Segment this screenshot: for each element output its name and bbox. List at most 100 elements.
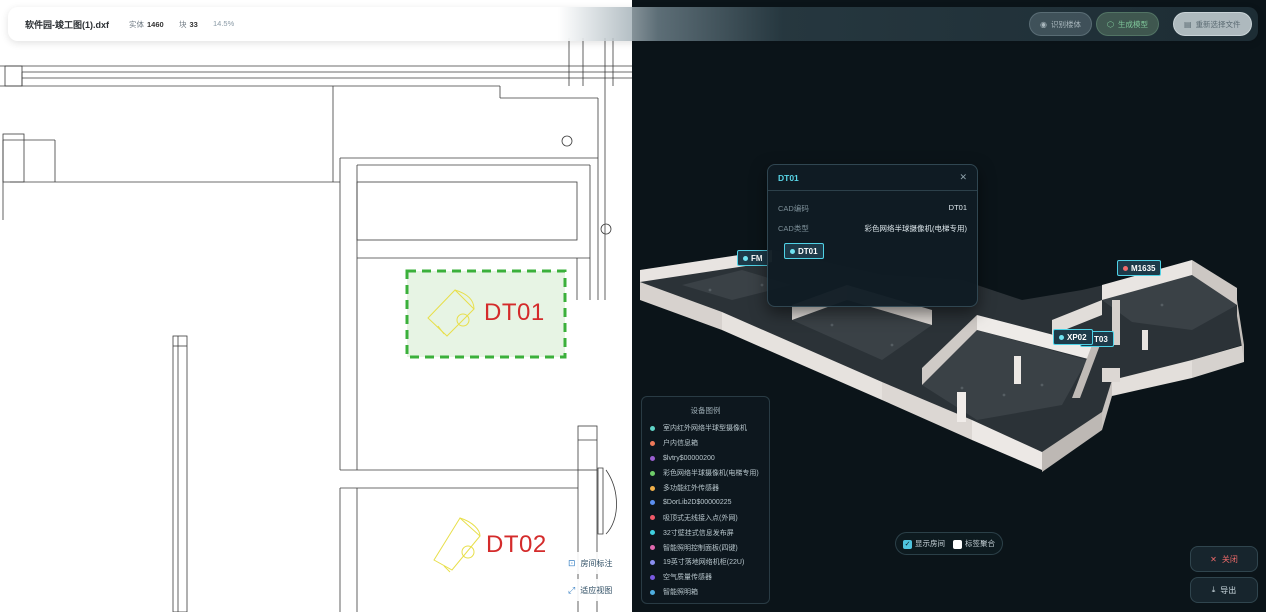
checkbox-checked-icon[interactable]: ✓ <box>903 539 912 549</box>
status-dot-icon <box>1123 265 1128 271</box>
tag-icon: ⊡ <box>568 557 576 568</box>
reselect-file-button[interactable]: ▤ 重新选择文件 <box>1173 12 1252 36</box>
close-button[interactable]: ✕ 关闭 <box>1190 546 1258 572</box>
popup-row-value: 彩色网络半球摄像机(电梯专用) <box>864 224 968 233</box>
room-label-text: 房间标注 <box>580 558 613 568</box>
device-tag-m1635[interactable]: M1635 <box>1117 260 1162 276</box>
status-dot-icon <box>743 255 748 261</box>
popup-row-value: DT01 <box>948 203 967 212</box>
recognize-button-label: 识别楼体 <box>1050 19 1081 29</box>
expand-icon: ⤢ <box>568 584 576 595</box>
device-tag-label: FM <box>751 253 763 263</box>
entity-count: 实体 1460 <box>129 19 164 30</box>
legend-swatch-icon <box>650 425 655 431</box>
legend-swatch-icon <box>650 559 655 565</box>
export-button[interactable]: ⤓ 导出 <box>1190 577 1258 603</box>
legend-item-label: 空气质量传感器 <box>663 574 712 582</box>
label-merge-label: 标签聚合 <box>965 539 995 548</box>
legend-swatch-icon <box>650 545 655 551</box>
legend-swatch-icon <box>650 530 655 536</box>
entity-count-value: 1460 <box>147 20 164 29</box>
legend-item: 智能照明控制面板(四键) <box>650 540 769 555</box>
legend-title: 设备图例 <box>690 406 721 415</box>
room-label-button[interactable]: ⊡ 房间标注 <box>562 552 619 574</box>
label-merge-toggle[interactable]: 标签聚合 <box>953 538 995 549</box>
legend-item: 19英寸落地网络机柜(22U) <box>650 555 769 570</box>
popup-row-code: CAD编码 DT01 <box>778 203 967 214</box>
legend-swatch-icon <box>650 470 655 476</box>
legend-item-label: 室内红外网络半球型摄像机 <box>663 425 747 433</box>
legend-swatch-icon <box>650 574 655 580</box>
device-tag-label: M1635 <box>1131 263 1156 273</box>
legend-swatch-icon <box>650 485 655 491</box>
legend-item-label: 彩色网络半球摄像机(电梯专用) <box>663 470 759 478</box>
eye-icon: ◉ <box>1040 19 1047 29</box>
legend-item: 多功能红外传感器 <box>650 481 769 496</box>
close-icon: ✕ <box>1210 554 1217 564</box>
checkbox-icon[interactable] <box>953 539 962 549</box>
download-icon: ⤓ <box>1211 585 1216 594</box>
show-rooms-label: 显示房间 <box>915 539 945 548</box>
legend-item-label: 智能照明箱 <box>663 589 698 597</box>
generate-model-button[interactable]: ⬡ 生成模型 <box>1096 12 1159 36</box>
device-info-popup: DT01 ✕ CAD编码 DT01 CAD类型 彩色网络半球摄像机(电梯专用) … <box>767 164 978 307</box>
legend-swatch-icon <box>650 440 655 446</box>
generate-model-button-label: 生成模型 <box>1117 19 1148 29</box>
cube-icon: ⬡ <box>1107 19 1114 29</box>
block-count-label: 块 <box>179 20 187 29</box>
legend-item: 32寸壁挂式信息发布屏 <box>650 525 769 540</box>
legend-item: $DorLib2D$00000225 <box>650 495 769 510</box>
block-count: 块 33 <box>179 19 198 30</box>
legend-item-label: 户内信息箱 <box>663 440 698 448</box>
zoom-level: 14.5% <box>213 19 235 28</box>
popup-row-type: CAD类型 彩色网络半球摄像机(电梯专用) <box>778 223 967 234</box>
export-button-label: 导出 <box>1220 585 1237 595</box>
fit-view-text: 适应视图 <box>580 585 613 595</box>
fit-view-button[interactable]: ⤢ 适应视图 <box>562 579 619 601</box>
legend-item: 户内信息箱 <box>650 436 769 451</box>
entity-count-label: 实体 <box>129 20 144 29</box>
show-rooms-toggle[interactable]: ✓ 显示房间 <box>903 538 945 549</box>
legend-item: $lvtry$00000200 <box>650 451 769 466</box>
file-icon: ▤ <box>1184 19 1192 29</box>
legend-item: 室内红外网络半球型摄像机 <box>650 421 769 436</box>
file-name: 软件园-竣工图(1).dxf <box>25 20 109 30</box>
close-icon[interactable]: ✕ <box>959 172 967 183</box>
status-dot-icon <box>1059 334 1064 340</box>
legend-item-label: 吸顶式无线接入点(外网) <box>663 514 738 522</box>
device-legend: 设备图例 室内红外网络半球型摄像机 户内信息箱 $lvtry$00000200 彩色网… <box>641 396 770 604</box>
legend-item-label: $DorLib2D$00000225 <box>663 499 732 507</box>
legend-swatch-icon <box>650 515 655 521</box>
popup-row-key: CAD类型 <box>778 224 809 233</box>
view-toggles: ✓ 显示房间 标签聚合 <box>895 532 1003 555</box>
device-tag-label: XP02 <box>1067 332 1087 342</box>
device-tag-fm[interactable]: FM <box>737 250 769 266</box>
popup-row-key: CAD编码 <box>778 204 809 213</box>
device-tag-xp02[interactable]: XP02 <box>1053 329 1093 345</box>
legend-item: 空气质量传感器 <box>650 570 769 585</box>
close-button-label: 关闭 <box>1221 554 1238 564</box>
cad-label-dt01[interactable]: DT01 <box>484 299 545 327</box>
status-dot-icon <box>790 248 795 254</box>
legend-item-label: 智能照明控制面板(四键) <box>663 544 738 552</box>
device-tag-dt01[interactable]: DT01 <box>784 243 824 259</box>
legend-item: 彩色网络半球摄像机(电梯专用) <box>650 466 769 481</box>
top-bar: 软件园-竣工图(1).dxf 实体 1460 块 33 14.5% ◉ 识别楼体 ⬡… <box>8 7 1258 41</box>
cad-viewer[interactable]: DT01 DT02 ⊡ 房间标注 ⤢ 适应视图 <box>0 0 632 612</box>
legend-swatch-icon <box>650 589 655 595</box>
legend-item-label: 32寸壁挂式信息发布屏 <box>663 529 734 537</box>
legend-item: 吸顶式无线接入点(外网) <box>650 510 769 525</box>
block-count-value: 33 <box>189 20 198 29</box>
popup-title: DT01 <box>778 172 799 183</box>
legend-swatch-icon <box>650 500 655 506</box>
device-tag-label: T03 <box>1094 334 1108 344</box>
legend-swatch-icon <box>650 455 655 461</box>
legend-item: 智能照明箱 <box>650 585 769 600</box>
cad-label-dt02[interactable]: DT02 <box>486 531 547 559</box>
recognize-button[interactable]: ◉ 识别楼体 <box>1029 12 1092 36</box>
device-tag-label: DT01 <box>798 246 818 256</box>
legend-item-label: 19英寸落地网络机柜(22U) <box>663 559 745 567</box>
legend-item-label: $lvtry$00000200 <box>663 454 715 462</box>
legend-list: 室内红外网络半球型摄像机 户内信息箱 $lvtry$00000200 彩色网络半球摄像… <box>642 421 769 600</box>
reselect-file-button-label: 重新选择文件 <box>1195 19 1241 29</box>
